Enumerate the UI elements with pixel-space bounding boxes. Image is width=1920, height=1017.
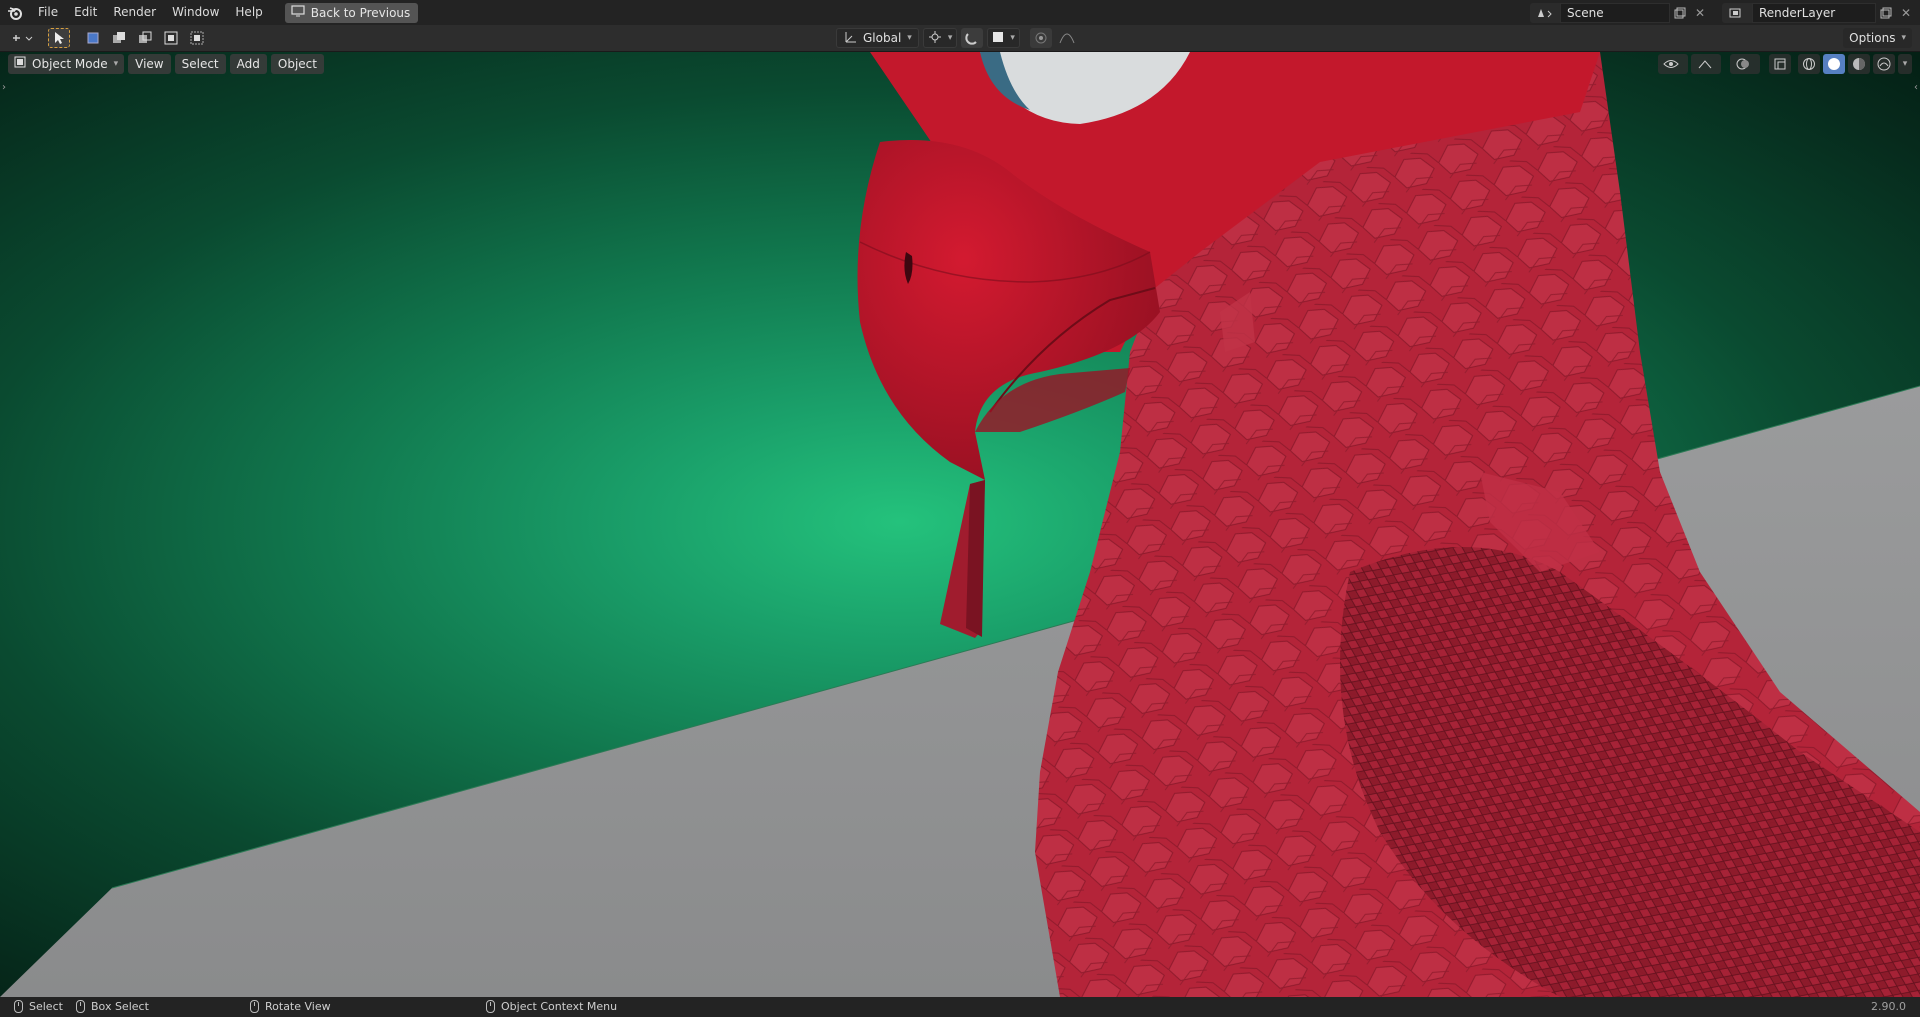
render-layer-field[interactable]: RenderLayer bbox=[1752, 2, 1876, 23]
pivot-icon bbox=[928, 30, 942, 47]
mouse-left-icon bbox=[14, 1000, 23, 1013]
options-label: Options bbox=[1849, 31, 1896, 45]
menu-file[interactable]: File bbox=[30, 0, 66, 25]
transform-orientation-label: Global bbox=[863, 31, 902, 45]
status-context-menu-label: Object Context Menu bbox=[501, 1000, 618, 1013]
menu-render[interactable]: Render bbox=[105, 0, 164, 25]
chevron-down-icon: ▾ bbox=[1901, 33, 1906, 43]
viewport-menu-select[interactable]: Select bbox=[174, 54, 226, 74]
transform-orientation-dropdown[interactable]: Global ▾ bbox=[836, 28, 919, 48]
select-new-icon[interactable] bbox=[82, 28, 104, 48]
chevron-down-icon: ▾ bbox=[907, 33, 912, 43]
menu-window[interactable]: Window bbox=[164, 0, 227, 25]
viewport-menu-view[interactable]: View bbox=[128, 54, 171, 74]
chevron-down-icon: ▾ bbox=[1010, 33, 1015, 43]
version-label: 2.90.0 bbox=[1871, 1000, 1906, 1013]
object-mode-label: Object Mode bbox=[32, 57, 108, 71]
scene-name-field[interactable]: Scene bbox=[1560, 2, 1670, 23]
overlays-icon[interactable] bbox=[1730, 54, 1760, 74]
render-layer-selector[interactable]: RenderLayer ✕ bbox=[1722, 2, 1916, 23]
sidebar-expand-icon[interactable]: ‹ bbox=[1914, 82, 1918, 93]
scene-selector[interactable]: Scene ✕ bbox=[1530, 2, 1710, 23]
wireframe-shading-icon[interactable] bbox=[1798, 54, 1820, 74]
back-to-previous-label: Back to Previous bbox=[310, 5, 411, 20]
back-to-previous-button[interactable]: Back to Previous bbox=[284, 2, 419, 23]
proportional-falloff-icon[interactable] bbox=[1056, 28, 1078, 48]
object-mode-dropdown[interactable]: Object Mode ▾ bbox=[8, 54, 125, 74]
new-render-layer-icon[interactable] bbox=[1876, 3, 1896, 23]
blender-logo-icon[interactable] bbox=[0, 0, 30, 25]
editor-type-icon[interactable] bbox=[8, 28, 38, 48]
select-invert-icon[interactable] bbox=[160, 28, 182, 48]
status-select-label: Select bbox=[29, 1000, 63, 1013]
viewport-header: Global ▾ ▾ ▾ Options ▾ bbox=[0, 25, 1920, 52]
mouse-drag-icon bbox=[76, 1000, 85, 1013]
3d-viewport[interactable]: Object Mode ▾ View Select Add Object ▾ ›… bbox=[0, 52, 1920, 997]
options-dropdown[interactable]: Options ▾ bbox=[1843, 28, 1912, 48]
mouse-middle-icon bbox=[250, 1000, 259, 1013]
chevron-down-icon: ▾ bbox=[947, 33, 953, 43]
snap-target-dropdown[interactable]: ▾ bbox=[987, 28, 1020, 48]
orientation-icon bbox=[843, 30, 857, 47]
select-extend-icon[interactable] bbox=[108, 28, 130, 48]
status-box-select-hint: Box Select bbox=[76, 1000, 149, 1013]
material-preview-icon[interactable] bbox=[1848, 54, 1870, 74]
select-tool-icon[interactable] bbox=[48, 28, 70, 48]
status-select-hint: Select bbox=[14, 1000, 63, 1013]
scene-icon[interactable] bbox=[1530, 2, 1560, 23]
render-layer-icon[interactable] bbox=[1722, 2, 1752, 23]
viewport-scene bbox=[0, 52, 1920, 997]
rendered-shading-icon[interactable] bbox=[1873, 54, 1895, 74]
viewport-menu-add[interactable]: Add bbox=[229, 54, 267, 74]
new-scene-icon[interactable] bbox=[1670, 3, 1690, 23]
status-box-select-label: Box Select bbox=[91, 1000, 149, 1013]
chevron-down-icon: ▾ bbox=[113, 59, 119, 69]
mouse-right-icon bbox=[486, 1000, 495, 1013]
status-rotate-view-hint: Rotate View bbox=[250, 1000, 331, 1013]
snap-icon[interactable] bbox=[961, 28, 984, 48]
snap-increment-icon bbox=[992, 31, 1004, 46]
toolbar-expand-icon[interactable]: › bbox=[2, 82, 6, 93]
delete-scene-icon[interactable]: ✕ bbox=[1690, 3, 1710, 23]
menu-edit[interactable]: Edit bbox=[66, 0, 105, 25]
top-menubar: File Edit Render Window Help Back to Pre… bbox=[0, 0, 1920, 25]
xray-icon[interactable] bbox=[1769, 54, 1791, 74]
solid-shading-icon[interactable] bbox=[1823, 54, 1845, 74]
shading-options-chevron-icon[interactable]: ▾ bbox=[1898, 54, 1912, 74]
gizmo-icon[interactable] bbox=[1691, 54, 1721, 74]
pivot-point-dropdown[interactable]: ▾ bbox=[922, 28, 958, 48]
menu-help[interactable]: Help bbox=[227, 0, 270, 25]
delete-render-layer-icon[interactable]: ✕ bbox=[1896, 3, 1916, 23]
status-context-menu-hint: Object Context Menu bbox=[486, 1000, 617, 1013]
status-bar: Select Box Select Rotate View Object Con… bbox=[0, 997, 1920, 1017]
proportional-edit-icon[interactable] bbox=[1029, 28, 1052, 48]
object-mode-icon bbox=[14, 54, 26, 74]
screen-icon bbox=[291, 5, 305, 20]
status-rotate-view-label: Rotate View bbox=[265, 1000, 331, 1013]
select-subtract-icon[interactable] bbox=[134, 28, 156, 48]
select-intersect-icon[interactable] bbox=[186, 28, 208, 48]
viewport-menu-object[interactable]: Object bbox=[270, 54, 324, 74]
visibility-icon[interactable] bbox=[1658, 54, 1688, 74]
